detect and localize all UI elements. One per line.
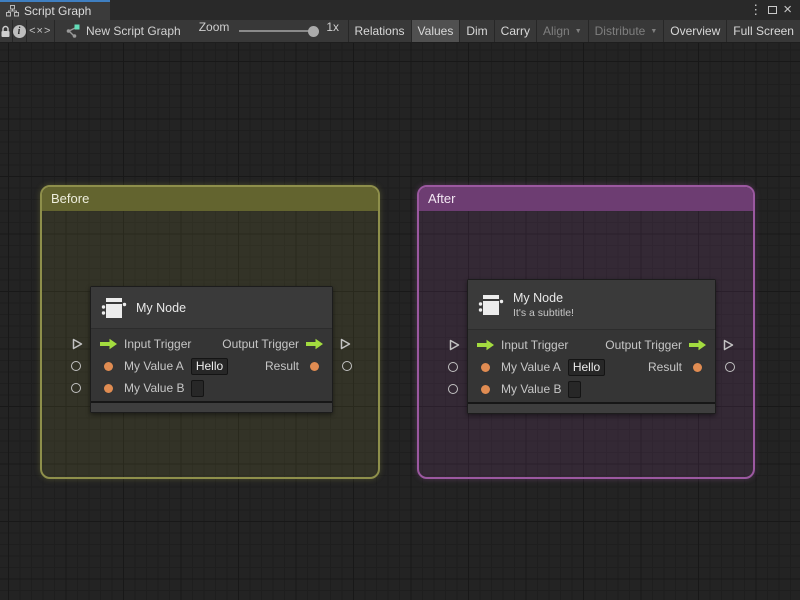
toolbar: i <×> New Script Graph Zoom 1x Relations… bbox=[0, 20, 800, 43]
node-after-header[interactable]: My Node It's a subtitle! bbox=[468, 280, 715, 330]
relations-button[interactable]: Relations bbox=[349, 20, 412, 42]
full-screen-button[interactable]: Full Screen bbox=[727, 20, 800, 42]
relations-label: Relations bbox=[354, 24, 405, 38]
flow-arrow-icon[interactable] bbox=[476, 339, 495, 351]
node-before[interactable]: My Node Input Trigger Output Trigger My … bbox=[71, 286, 352, 413]
tab-script-graph[interactable]: Script Graph bbox=[0, 0, 110, 20]
output-trigger-label: Output Trigger bbox=[222, 337, 299, 351]
value-input-outer-port[interactable] bbox=[448, 362, 458, 372]
code-toggle-button[interactable]: <×> bbox=[27, 20, 55, 42]
flow-input-outer-port[interactable] bbox=[448, 338, 461, 352]
port-row-value-b: My Value B bbox=[71, 377, 332, 399]
graph-canvas[interactable]: Before After My Node Input Trigger Outpu… bbox=[0, 43, 800, 600]
group-after-title: After bbox=[428, 191, 456, 206]
value-a-input[interactable]: Hello bbox=[190, 357, 229, 375]
port-row-value-a: My Value A Hello Result bbox=[448, 356, 735, 378]
code-icon: <×> bbox=[29, 25, 52, 37]
node-footer bbox=[91, 403, 332, 412]
script-graph-asset-icon bbox=[65, 24, 80, 38]
overview-label: Overview bbox=[670, 24, 721, 38]
align-button[interactable]: Align ▼ bbox=[537, 20, 589, 42]
title-bar: Script Graph ⋮ × bbox=[0, 0, 800, 20]
node-before-header[interactable]: My Node bbox=[91, 287, 332, 329]
value-b-label: My Value B bbox=[501, 382, 562, 396]
value-input-outer-port[interactable] bbox=[71, 361, 81, 371]
zoom-slider[interactable] bbox=[239, 20, 320, 42]
maximize-icon[interactable] bbox=[768, 6, 778, 14]
lock-icon bbox=[0, 25, 11, 38]
value-a-label: My Value A bbox=[124, 359, 184, 373]
value-port-icon[interactable] bbox=[104, 361, 113, 371]
info-button[interactable]: i bbox=[12, 20, 27, 42]
chevron-down-icon: ▼ bbox=[574, 27, 582, 35]
lock-button[interactable] bbox=[0, 20, 13, 42]
zoom-slider-handle[interactable] bbox=[308, 25, 320, 37]
port-row-trigger: Input Trigger Output Trigger bbox=[449, 334, 734, 356]
zoom-label: Zoom bbox=[198, 20, 230, 34]
result-label: Result bbox=[647, 360, 682, 374]
carry-label: Carry bbox=[500, 24, 531, 38]
menu-icon[interactable]: ⋮ bbox=[749, 0, 762, 20]
zoom-slider-track[interactable] bbox=[239, 30, 316, 32]
tab-title: Script Graph bbox=[24, 4, 92, 18]
input-trigger-label: Input Trigger bbox=[501, 338, 569, 352]
value-port-icon[interactable] bbox=[481, 384, 490, 394]
value-port-icon[interactable] bbox=[104, 383, 113, 393]
zoom-value: 1x bbox=[326, 20, 340, 34]
close-icon[interactable]: × bbox=[783, 0, 792, 20]
value-b-input[interactable] bbox=[568, 380, 582, 398]
values-label: Values bbox=[417, 24, 454, 38]
distribute-button[interactable]: Distribute ▼ bbox=[589, 20, 665, 42]
graph-icon bbox=[6, 5, 19, 17]
port-row-trigger: Input Trigger Output Trigger bbox=[72, 333, 351, 355]
dim-label: Dim bbox=[466, 24, 488, 38]
input-trigger-label: Input Trigger bbox=[124, 337, 192, 351]
flow-arrow-icon[interactable] bbox=[99, 338, 118, 350]
distribute-label: Distribute bbox=[594, 24, 646, 38]
value-port-icon[interactable] bbox=[693, 362, 702, 372]
value-input-outer-port[interactable] bbox=[448, 384, 458, 394]
node-title: My Node bbox=[513, 290, 564, 305]
flow-input-outer-port[interactable] bbox=[71, 337, 84, 351]
carry-button[interactable]: Carry bbox=[495, 20, 538, 42]
node-footer bbox=[468, 404, 715, 413]
port-row-value-b: My Value B bbox=[448, 378, 715, 400]
value-b-input[interactable] bbox=[191, 379, 205, 397]
new-script-graph-label: New Script Graph bbox=[85, 24, 181, 38]
info-icon: i bbox=[12, 24, 26, 38]
value-port-icon[interactable] bbox=[310, 361, 319, 371]
unit-icon bbox=[478, 292, 504, 318]
value-input-outer-port[interactable] bbox=[71, 383, 81, 393]
port-row-value-a: My Value A Hello Result bbox=[71, 355, 352, 377]
group-before-title: Before bbox=[51, 191, 90, 206]
group-after-header[interactable]: After bbox=[419, 187, 753, 211]
align-label: Align bbox=[543, 24, 570, 38]
flow-output-outer-port[interactable] bbox=[339, 337, 352, 351]
values-button[interactable]: Values bbox=[411, 20, 461, 42]
dim-button[interactable]: Dim bbox=[460, 20, 495, 42]
value-output-outer-port[interactable] bbox=[725, 362, 735, 372]
value-b-label: My Value B bbox=[124, 381, 185, 395]
new-script-graph[interactable]: New Script Graph bbox=[65, 20, 181, 42]
chevron-down-icon: ▼ bbox=[650, 27, 658, 35]
value-a-label: My Value A bbox=[501, 360, 561, 374]
unit-icon bbox=[101, 295, 127, 321]
output-trigger-label: Output Trigger bbox=[605, 338, 682, 352]
node-title: My Node bbox=[136, 300, 187, 315]
node-subtitle: It's a subtitle! bbox=[513, 306, 574, 319]
flow-arrow-icon[interactable] bbox=[688, 339, 707, 351]
flow-output-outer-port[interactable] bbox=[722, 338, 735, 352]
group-before-header[interactable]: Before bbox=[42, 187, 378, 211]
value-port-icon[interactable] bbox=[481, 362, 490, 372]
overview-button[interactable]: Overview bbox=[664, 20, 728, 42]
full-screen-label: Full Screen bbox=[733, 24, 794, 38]
value-a-input[interactable]: Hello bbox=[567, 358, 606, 376]
node-after[interactable]: My Node It's a subtitle! Input Trigger O… bbox=[448, 279, 735, 414]
flow-arrow-icon[interactable] bbox=[305, 338, 324, 350]
result-label: Result bbox=[264, 359, 299, 373]
value-output-outer-port[interactable] bbox=[342, 361, 352, 371]
